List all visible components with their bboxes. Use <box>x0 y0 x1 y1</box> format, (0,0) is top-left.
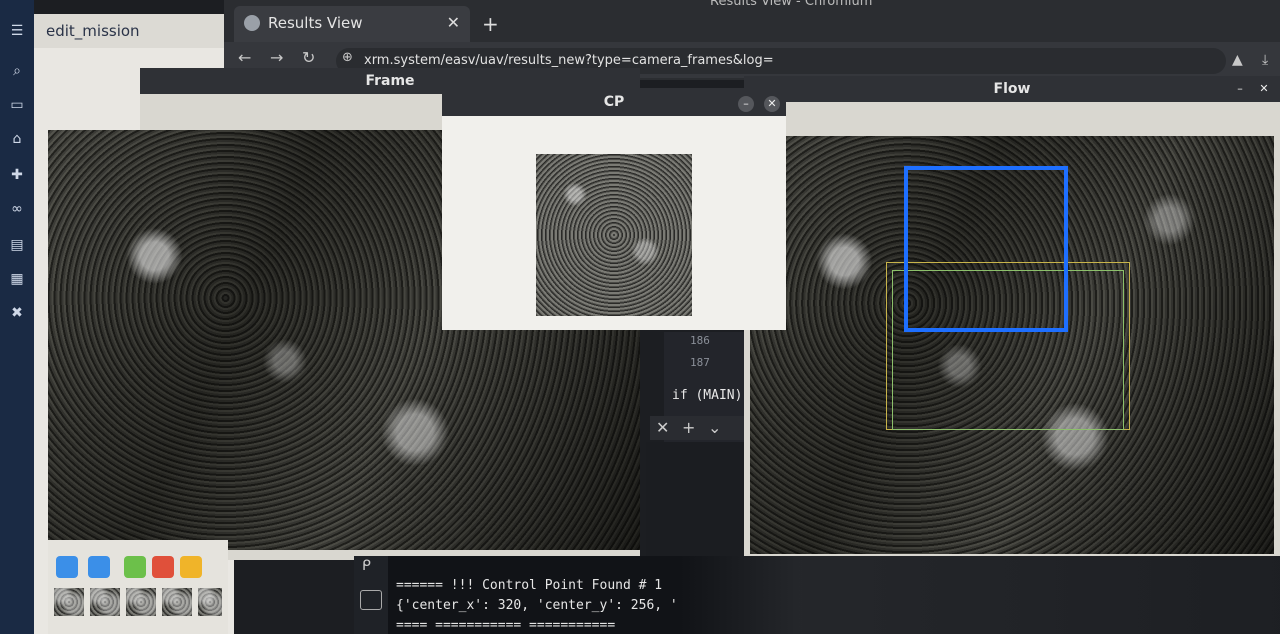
close-icon[interactable]: ✕ <box>656 418 669 437</box>
flow-window-title[interactable]: Flow <box>744 76 1280 102</box>
tool-button-yellow[interactable] <box>180 556 202 578</box>
cp-patch-image <box>536 154 692 316</box>
frame-thumbnail[interactable] <box>54 588 84 616</box>
url-text: xrm.system/easv/uav/results_new?type=cam… <box>364 53 774 68</box>
frame-thumbnail[interactable] <box>126 588 156 616</box>
edit-mission-tab-label: edit_mission <box>46 22 140 40</box>
frame-thumbnail[interactable] <box>90 588 120 616</box>
status-strip <box>140 540 360 552</box>
menu-icon[interactable]: ☰ <box>8 22 26 40</box>
forward-icon[interactable]: → <box>270 48 283 67</box>
image-toolbar <box>48 540 228 634</box>
close-icon[interactable]: ✕ <box>1256 81 1272 97</box>
window-title: Results View - Chromium <box>710 0 873 9</box>
download-icon[interactable]: ⤓ <box>1262 52 1268 68</box>
search-icon[interactable]: ⌕ <box>8 62 26 80</box>
minimize-icon[interactable]: – <box>1232 81 1248 97</box>
close-icon[interactable]: ✕ <box>764 96 780 112</box>
terminal-line: ==== =========== =========== <box>396 618 616 633</box>
site-info-icon[interactable]: ⊕ <box>342 50 353 65</box>
cp-window-title[interactable]: CP <box>442 88 786 116</box>
settings-icon[interactable]: ✖ <box>8 304 26 322</box>
tool-button-red[interactable] <box>152 556 174 578</box>
tab-results-view[interactable]: Results View ✕ <box>234 6 470 42</box>
pin-icon[interactable]: ᑭ <box>362 558 371 574</box>
terminal-sidebar: ᑭ <box>354 556 388 634</box>
tool-button-blue[interactable] <box>56 556 78 578</box>
back-icon[interactable]: ← <box>238 48 251 67</box>
new-tab-button[interactable]: + <box>482 12 499 36</box>
terminal-preview <box>646 442 746 558</box>
reload-icon[interactable]: ↻ <box>302 48 315 67</box>
terminal-line: {'center_x': 320, 'center_y': 256, ' <box>396 598 678 613</box>
line-number: 187 <box>690 356 710 369</box>
terminal-line: ====== !!! Control Point Found # 1 <box>396 578 663 593</box>
link-icon[interactable]: ∞ <box>8 200 26 218</box>
minimize-icon[interactable]: – <box>738 96 754 112</box>
tool-button-blue-2[interactable] <box>88 556 110 578</box>
profile-icon[interactable]: ▲ <box>1232 52 1243 68</box>
folder-icon[interactable]: ▭ <box>8 96 26 114</box>
frame-thumbnail[interactable] <box>198 588 222 616</box>
tool-button-green[interactable] <box>124 556 146 578</box>
globe-icon <box>244 15 260 31</box>
terminal-icon[interactable] <box>360 590 382 610</box>
add-terminal-icon[interactable]: + <box>682 418 695 437</box>
edit-mission-tab[interactable]: edit_mission <box>34 14 234 48</box>
screen-glare <box>680 556 1280 634</box>
line-number: 186 <box>690 334 710 347</box>
terminal-toolbar: ✕ + ⌄ <box>650 416 746 440</box>
document-icon[interactable]: ▤ <box>8 236 26 254</box>
control-point-box <box>904 166 1068 332</box>
chevron-down-icon[interactable]: ⌄ <box>708 418 721 437</box>
puzzle-icon[interactable]: ✚ <box>8 166 26 184</box>
tab-label: Results View <box>268 14 363 32</box>
home-icon[interactable]: ⌂ <box>8 130 26 148</box>
app-sidebar: ☰ ⌕ ▭ ⌂ ✚ ∞ ▤ ▦ ✖ <box>0 0 34 634</box>
close-tab-icon[interactable]: ✕ <box>447 13 460 32</box>
calendar-icon[interactable]: ▦ <box>8 270 26 288</box>
frame-thumbnail[interactable] <box>162 588 192 616</box>
